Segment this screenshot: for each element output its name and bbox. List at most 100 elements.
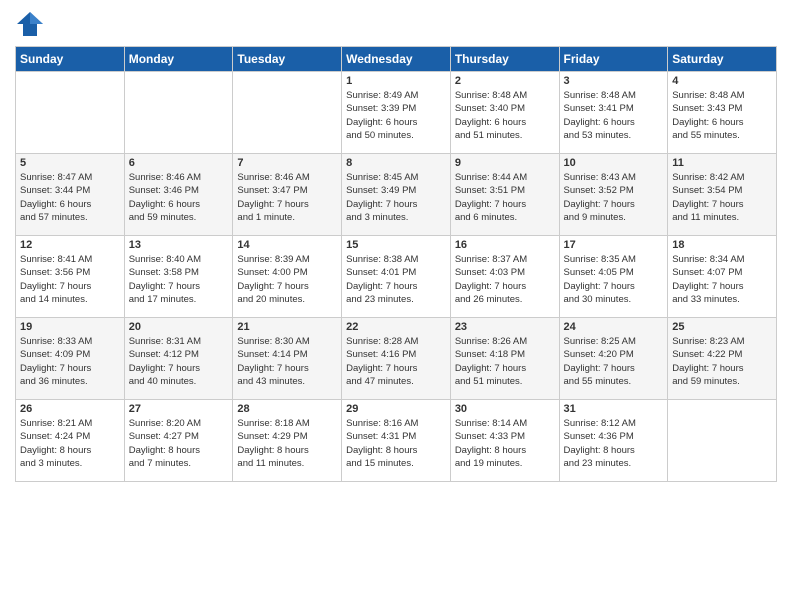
day-number: 15 [346,239,446,251]
day-number: 11 [672,157,772,169]
calendar-cell: 16 Sunrise: 8:37 AM Sunset: 4:03 PM Dayli… [450,236,559,318]
day-number: 10 [564,157,664,169]
day-number: 28 [237,403,337,415]
day-info: Sunrise: 8:37 AM Sunset: 4:03 PM Dayligh… [455,253,555,306]
day-number: 26 [20,403,120,415]
calendar-cell: 24 Sunrise: 8:25 AM Sunset: 4:20 PM Dayli… [559,318,668,400]
calendar-cell: 27Sunrise: 8:20 AM Sunset: 4:27 PM Dayli… [124,400,233,482]
day-number: 22 [346,321,446,333]
day-info: Sunrise: 8:46 AM Sunset: 3:47 PM Dayligh… [237,171,337,224]
calendar-cell: 8 Sunrise: 8:45 AM Sunset: 3:49 PM Daylig… [342,154,451,236]
day-header-friday: Friday [559,47,668,72]
calendar-cell: 20Sunrise: 8:31 AM Sunset: 4:12 PM Dayli… [124,318,233,400]
calendar-cell: 11 Sunrise: 8:42 AM Sunset: 3:54 PM Dayli… [668,154,777,236]
calendar-cell: 19 Sunrise: 8:33 AM Sunset: 4:09 PM Dayli… [16,318,125,400]
week-row-5: 26 Sunrise: 8:21 AM Sunset: 4:24 PM Dayli… [16,400,777,482]
day-number: 20 [129,321,229,333]
calendar-cell: 28 Sunrise: 8:18 AM Sunset: 4:29 PM Dayli… [233,400,342,482]
calendar-cell: 17 Sunrise: 8:35 AM Sunset: 4:05 PM Dayli… [559,236,668,318]
day-info: Sunrise: 8:26 AM Sunset: 4:18 PM Dayligh… [455,335,555,388]
day-header-thursday: Thursday [450,47,559,72]
calendar-cell: 22Sunrise: 8:28 AM Sunset: 4:16 PM Dayli… [342,318,451,400]
day-info: Sunrise: 8:42 AM Sunset: 3:54 PM Dayligh… [672,171,772,224]
calendar-cell: 31 Sunrise: 8:12 AM Sunset: 4:36 PM Dayli… [559,400,668,482]
week-row-1: 1 Sunrise: 8:49 AM Sunset: 3:39 PM Daylig… [16,72,777,154]
day-number: 6 [129,157,229,169]
day-number: 17 [564,239,664,251]
calendar-cell [668,400,777,482]
calendar-cell: 7 Sunrise: 8:46 AM Sunset: 3:47 PM Daylig… [233,154,342,236]
calendar-cell: 18 Sunrise: 8:34 AM Sunset: 4:07 PM Dayli… [668,236,777,318]
day-header-sunday: Sunday [16,47,125,72]
logo-icon [15,10,45,38]
day-number: 19 [20,321,120,333]
day-info: Sunrise: 8:25 AM Sunset: 4:20 PM Dayligh… [564,335,664,388]
calendar-cell: 3 Sunrise: 8:48 AM Sunset: 3:41 PM Daylig… [559,72,668,154]
day-number: 14 [237,239,337,251]
day-number: 12 [20,239,120,251]
day-info: Sunrise: 8:41 AM Sunset: 3:56 PM Dayligh… [20,253,120,306]
day-number: 24 [564,321,664,333]
logo [15,10,49,38]
day-info: Sunrise: 8:48 AM Sunset: 3:41 PM Dayligh… [564,89,664,142]
calendar-cell: 23Sunrise: 8:26 AM Sunset: 4:18 PM Dayli… [450,318,559,400]
day-info: Sunrise: 8:43 AM Sunset: 3:52 PM Dayligh… [564,171,664,224]
calendar-cell: 2 Sunrise: 8:48 AM Sunset: 3:40 PM Daylig… [450,72,559,154]
day-info: Sunrise: 8:45 AM Sunset: 3:49 PM Dayligh… [346,171,446,224]
day-number: 21 [237,321,337,333]
day-info: Sunrise: 8:48 AM Sunset: 3:43 PM Dayligh… [672,89,772,142]
week-row-3: 12 Sunrise: 8:41 AM Sunset: 3:56 PM Dayli… [16,236,777,318]
day-number: 25 [672,321,772,333]
calendar-cell: 1 Sunrise: 8:49 AM Sunset: 3:39 PM Daylig… [342,72,451,154]
day-number: 5 [20,157,120,169]
day-info: Sunrise: 8:40 AM Sunset: 3:58 PM Dayligh… [129,253,229,306]
day-info: Sunrise: 8:12 AM Sunset: 4:36 PM Dayligh… [564,417,664,470]
calendar-cell: 25 Sunrise: 8:23 AM Sunset: 4:22 PM Dayli… [668,318,777,400]
week-row-4: 19 Sunrise: 8:33 AM Sunset: 4:09 PM Dayli… [16,318,777,400]
calendar-cell: 10 Sunrise: 8:43 AM Sunset: 3:52 PM Dayli… [559,154,668,236]
day-header-saturday: Saturday [668,47,777,72]
day-info: Sunrise: 8:14 AM Sunset: 4:33 PM Dayligh… [455,417,555,470]
day-number: 2 [455,75,555,87]
calendar-cell: 14Sunrise: 8:39 AM Sunset: 4:00 PM Dayli… [233,236,342,318]
day-number: 13 [129,239,229,251]
day-number: 9 [455,157,555,169]
day-header-monday: Monday [124,47,233,72]
day-info: Sunrise: 8:18 AM Sunset: 4:29 PM Dayligh… [237,417,337,470]
day-info: Sunrise: 8:48 AM Sunset: 3:40 PM Dayligh… [455,89,555,142]
day-number: 8 [346,157,446,169]
day-info: Sunrise: 8:20 AM Sunset: 4:27 PM Dayligh… [129,417,229,470]
day-number: 31 [564,403,664,415]
day-info: Sunrise: 8:44 AM Sunset: 3:51 PM Dayligh… [455,171,555,224]
page-container: SundayMondayTuesdayWednesdayThursdayFrid… [0,0,792,612]
day-number: 1 [346,75,446,87]
day-info: Sunrise: 8:23 AM Sunset: 4:22 PM Dayligh… [672,335,772,388]
day-number: 16 [455,239,555,251]
day-number: 30 [455,403,555,415]
day-info: Sunrise: 8:34 AM Sunset: 4:07 PM Dayligh… [672,253,772,306]
calendar-cell [124,72,233,154]
calendar-cell: 29 Sunrise: 8:16 AM Sunset: 4:31 PM Dayli… [342,400,451,482]
day-number: 4 [672,75,772,87]
day-info: Sunrise: 8:33 AM Sunset: 4:09 PM Dayligh… [20,335,120,388]
day-info: Sunrise: 8:30 AM Sunset: 4:14 PM Dayligh… [237,335,337,388]
calendar-cell: 30 Sunrise: 8:14 AM Sunset: 4:33 PM Dayli… [450,400,559,482]
day-number: 18 [672,239,772,251]
day-number: 7 [237,157,337,169]
day-header-wednesday: Wednesday [342,47,451,72]
calendar-cell: 6 Sunrise: 8:46 AM Sunset: 3:46 PM Daylig… [124,154,233,236]
day-info: Sunrise: 8:16 AM Sunset: 4:31 PM Dayligh… [346,417,446,470]
day-info: Sunrise: 8:35 AM Sunset: 4:05 PM Dayligh… [564,253,664,306]
day-info: Sunrise: 8:49 AM Sunset: 3:39 PM Dayligh… [346,89,446,142]
day-number: 29 [346,403,446,415]
day-info: Sunrise: 8:46 AM Sunset: 3:46 PM Dayligh… [129,171,229,224]
calendar-cell [16,72,125,154]
calendar-cell [233,72,342,154]
header-row: SundayMondayTuesdayWednesdayThursdayFrid… [16,47,777,72]
calendar-cell: 9 Sunrise: 8:44 AM Sunset: 3:51 PM Daylig… [450,154,559,236]
day-number: 3 [564,75,664,87]
day-header-tuesday: Tuesday [233,47,342,72]
calendar-cell: 26 Sunrise: 8:21 AM Sunset: 4:24 PM Dayli… [16,400,125,482]
day-info: Sunrise: 8:21 AM Sunset: 4:24 PM Dayligh… [20,417,120,470]
calendar-cell: 13 Sunrise: 8:40 AM Sunset: 3:58 PM Dayli… [124,236,233,318]
